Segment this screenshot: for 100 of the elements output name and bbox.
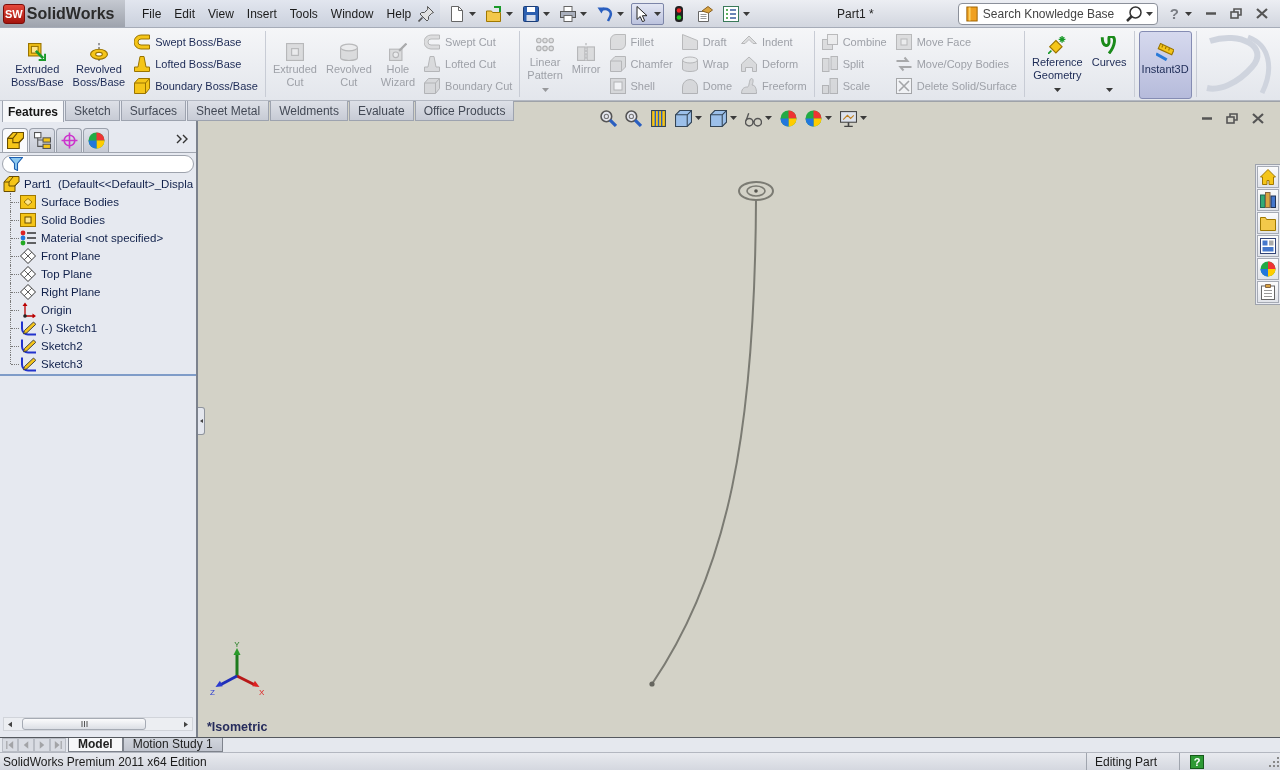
menu-item[interactable]: File: [136, 4, 168, 23]
tree-item[interactable]: Part1 (Default<<Default>_Displa: [3, 175, 196, 193]
ribbon-button[interactable]: Reference Geometry: [1028, 31, 1086, 99]
menu-item[interactable]: Insert: [240, 4, 283, 23]
crossed-diamond-icon: [20, 248, 36, 264]
panel-tab[interactable]: [2, 128, 28, 152]
task-pane-button[interactable]: [1257, 189, 1279, 211]
material-list-icon: [20, 230, 36, 246]
caret-icon: [617, 11, 624, 16]
ribbon-button[interactable]: Curves: [1088, 31, 1130, 99]
menu-item[interactable]: View: [202, 4, 240, 23]
scrollbar-thumb[interactable]: [22, 718, 146, 730]
tree-item[interactable]: (-) Sketch1: [20, 319, 196, 337]
document-tab[interactable]: Model: [68, 738, 123, 752]
striped-block-icon: [649, 109, 667, 127]
scene-button[interactable]: [804, 109, 832, 127]
view-settings-button[interactable]: [839, 109, 867, 127]
collapse-handle[interactable]: [198, 407, 205, 435]
select-button[interactable]: [631, 2, 664, 25]
menu-item[interactable]: Window: [324, 4, 380, 23]
zoom-fit-button[interactable]: [599, 109, 617, 127]
tree-item[interactable]: Front Plane: [20, 247, 196, 265]
help-button[interactable]: ?: [1190, 754, 1204, 769]
tree-item[interactable]: Sketch2: [20, 337, 196, 355]
ring-marker-icon: [738, 181, 774, 201]
document-icon: [697, 5, 713, 22]
caret-icon: [654, 11, 661, 16]
ribbon-button[interactable]: Lofted Boss/Base: [131, 53, 261, 75]
color-ball-icon: [1260, 261, 1276, 277]
crosshair-icon: [60, 132, 78, 149]
pushpin-icon[interactable]: [418, 5, 435, 22]
command-tab[interactable]: Office Products: [414, 101, 515, 121]
command-tab[interactable]: Features: [2, 101, 65, 122]
display-style-button[interactable]: [709, 109, 737, 127]
ribbon-button[interactable]: Instant3D: [1138, 31, 1192, 99]
appearance-button[interactable]: [779, 109, 797, 127]
close-icon[interactable]: [1252, 112, 1264, 124]
logo-badge: SW: [3, 3, 25, 24]
dot-grid-icon: [536, 36, 555, 54]
close-icon[interactable]: [1256, 8, 1268, 19]
overlapping-squares-icon: [821, 34, 838, 50]
menu-item[interactable]: Edit: [168, 4, 202, 23]
command-tab[interactable]: Sketch: [65, 101, 120, 121]
caret-icon: [824, 116, 832, 120]
tree-item[interactable]: Right Plane: [20, 283, 196, 301]
box-arrow-icon: [28, 43, 47, 61]
caret-icon: [469, 11, 476, 16]
ribbon-button[interactable]: Boundary Boss/Base: [131, 75, 261, 97]
minimize-icon[interactable]: [1202, 116, 1212, 120]
zoom-area-button[interactable]: [624, 109, 642, 127]
split-blocks-icon: [821, 56, 838, 72]
y-axis-arrow: [233, 648, 241, 676]
ribbon-button[interactable]: Swept Boss/Base: [131, 31, 261, 53]
right-arrow-icon[interactable]: [184, 720, 188, 728]
double-chevron-icon[interactable]: [176, 134, 188, 144]
horizontal-scrollbar[interactable]: [3, 717, 193, 731]
restore-icon[interactable]: [1226, 112, 1238, 124]
ribbon-button[interactable]: Extruded Boss/Base: [8, 31, 67, 99]
command-tab[interactable]: Evaluate: [348, 101, 414, 121]
tree-item[interactable]: Solid Bodies: [20, 211, 196, 229]
drill-icon: [388, 43, 407, 61]
crossed-diamond-icon: [20, 266, 36, 282]
search-icon[interactable]: [1125, 5, 1142, 22]
sketch-pencil-icon: [20, 338, 36, 354]
panel-tab[interactable]: [29, 128, 55, 152]
x-axis-arrow: [236, 674, 260, 687]
blocks-icon: [821, 78, 838, 94]
page-icon: [449, 5, 465, 22]
first-icon: [6, 741, 14, 749]
tree-item[interactable]: Origin: [20, 301, 196, 319]
tree-item[interactable]: Top Plane: [20, 265, 196, 283]
caret-icon: [743, 11, 750, 16]
dome-icon: [681, 78, 698, 94]
filter-icon: [9, 157, 23, 171]
caret-icon: [859, 116, 867, 120]
tree-item[interactable]: Surface Bodies: [20, 193, 196, 211]
view-orientation-button[interactable]: [674, 109, 702, 127]
panel-tab[interactable]: [83, 128, 109, 152]
search-field[interactable]: Search Knowledge Base: [957, 2, 1158, 25]
resize-grip-icon[interactable]: [1268, 755, 1280, 768]
restore-icon[interactable]: [1230, 8, 1242, 19]
tree-item[interactable]: Sketch3: [20, 355, 196, 373]
framed-square-icon: [895, 34, 912, 50]
left-arrow-icon[interactable]: [8, 720, 12, 728]
axis-label: Y: [234, 640, 240, 649]
menu-item[interactable]: Help: [380, 4, 418, 23]
command-tab[interactable]: Surfaces: [120, 101, 187, 121]
command-tab[interactable]: Sheet Metal: [187, 101, 270, 121]
task-pane-button[interactable]: [1257, 281, 1279, 303]
cube-icon: [674, 109, 692, 127]
command-tab[interactable]: Weldments: [270, 101, 348, 121]
ribbon-button[interactable]: Revolved Boss/Base: [69, 31, 129, 99]
task-pane-button[interactable]: [1257, 235, 1279, 257]
section-view-button[interactable]: [649, 109, 667, 127]
document-tab[interactable]: Motion Study 1: [122, 738, 223, 752]
brand-logo: [1204, 33, 1274, 95]
menu-item[interactable]: Tools: [283, 4, 324, 23]
filter-field[interactable]: [2, 155, 194, 173]
panel-tab[interactable]: [56, 128, 82, 152]
tree-item[interactable]: Material <not specified>: [20, 229, 196, 247]
